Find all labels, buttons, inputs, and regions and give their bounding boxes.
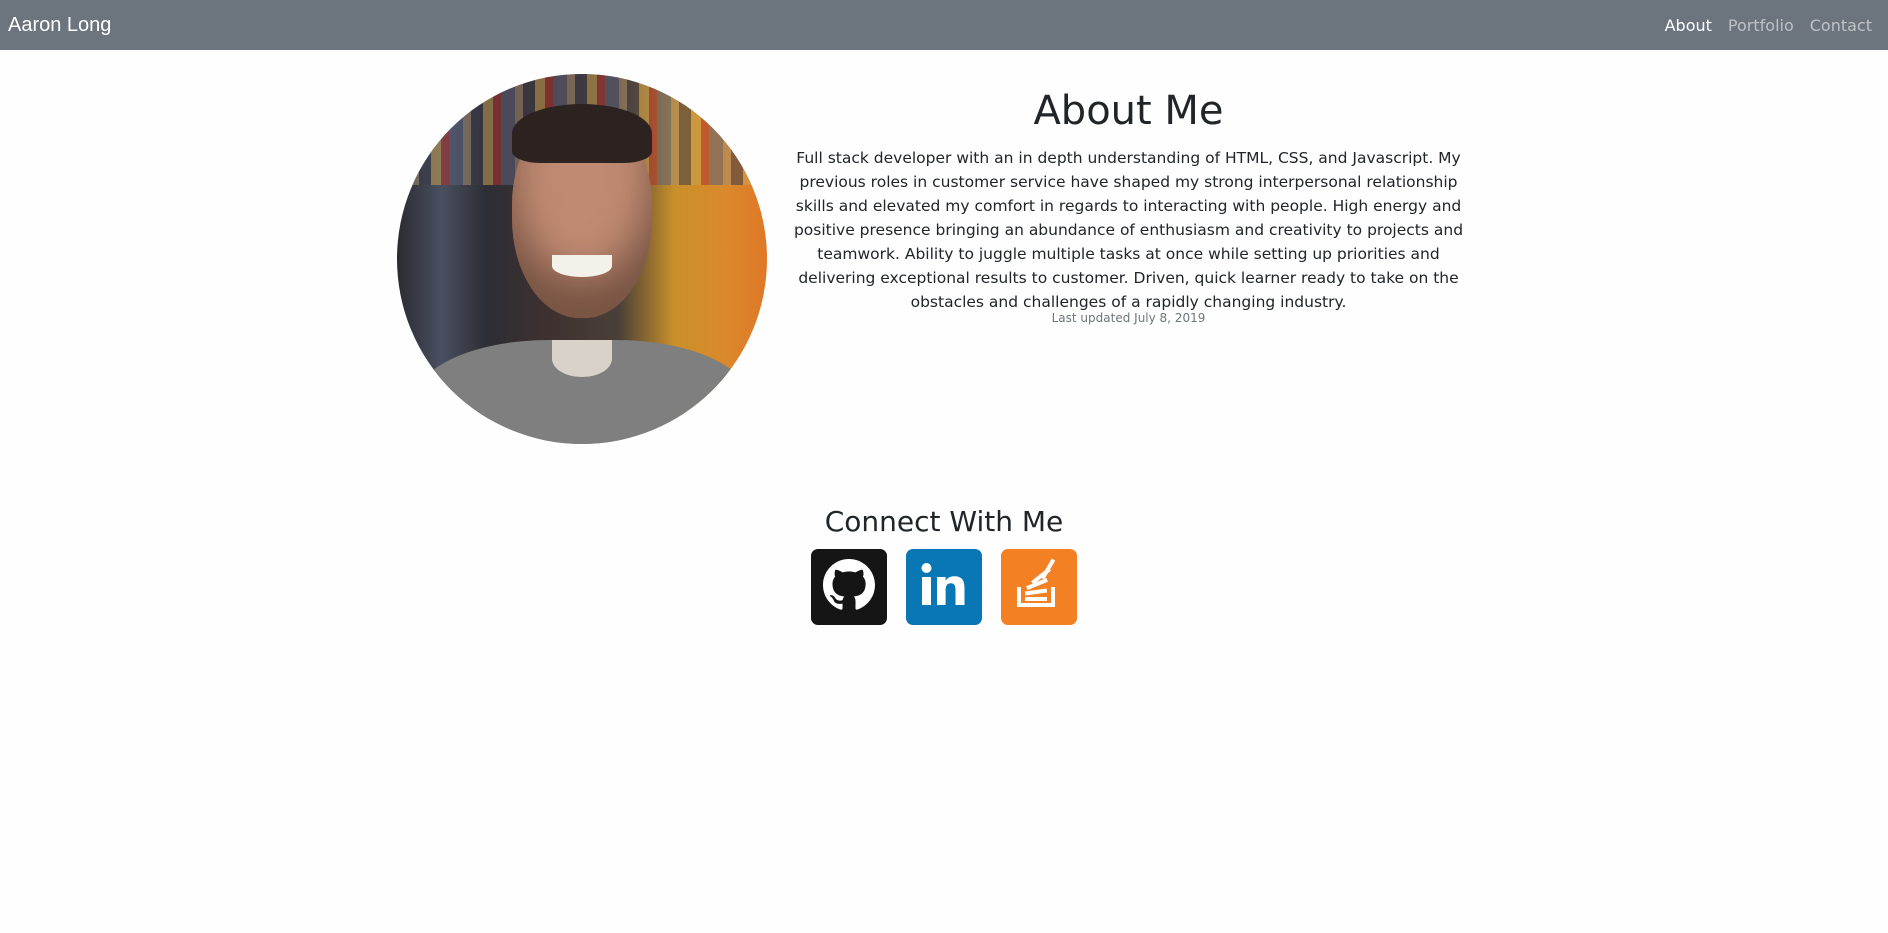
nav-link-portfolio[interactable]: Portfolio (1728, 16, 1794, 35)
brand-link[interactable]: Aaron Long (8, 14, 111, 37)
last-updated-text: Last updated July 8, 2019 (1051, 311, 1206, 325)
github-icon (823, 559, 875, 615)
navbar: Aaron Long About Portfolio Contact (0, 0, 1888, 50)
linkedin-icon (918, 559, 970, 615)
connect-title: Connect With Me (824, 505, 1064, 538)
github-link[interactable] (811, 549, 887, 625)
stackoverflow-link[interactable] (1001, 549, 1077, 625)
nav-link-about[interactable]: About (1665, 16, 1712, 35)
nav-links: About Portfolio Contact (1665, 16, 1872, 35)
nav-link-contact[interactable]: Contact (1810, 16, 1872, 35)
linkedin-link[interactable] (906, 549, 982, 625)
about-text: Full stack developer with an in depth un… (793, 149, 1464, 311)
profile-photo (397, 74, 767, 444)
stackoverflow-icon (1011, 557, 1067, 617)
about-title: About Me (1033, 88, 1224, 134)
